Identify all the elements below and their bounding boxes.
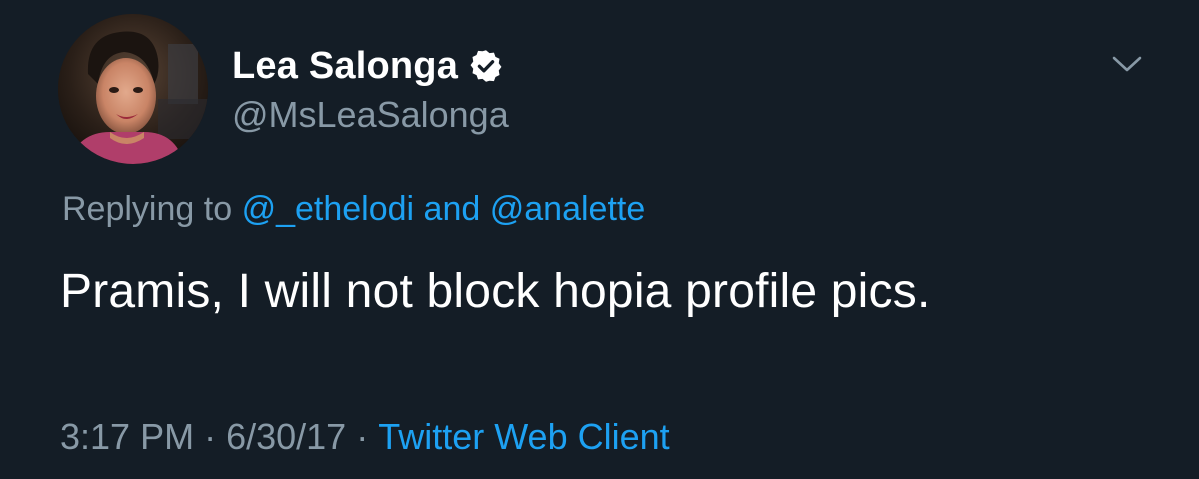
avatar[interactable]	[58, 14, 208, 164]
verified-badge-icon	[468, 48, 504, 84]
tweet-text: Pramis, I will not block hopia profile p…	[60, 265, 931, 318]
meta-separator: ·	[204, 416, 217, 457]
replying-to: Replying to @_ethelodi and @analette	[62, 190, 645, 229]
mention-ethelodi[interactable]: @_ethelodi	[242, 190, 415, 228]
tweet-meta: 3:17 PM · 6/30/17 · Twitter Web Client	[60, 416, 670, 458]
display-name-row[interactable]: Lea Salonga	[232, 40, 504, 92]
mention-analette[interactable]: @analette	[490, 190, 646, 228]
tweet-card: Lea Salonga @MsLeaSalonga Replying to @_…	[0, 0, 1199, 479]
profile-photo	[58, 14, 208, 164]
replying-conjunction[interactable]: and	[424, 190, 481, 228]
tweet-client-link[interactable]: Twitter Web Client	[378, 416, 669, 457]
chevron-down-icon[interactable]	[1110, 52, 1144, 76]
tweet-date[interactable]: 6/30/17	[226, 416, 346, 457]
user-handle[interactable]: @MsLeaSalonga	[232, 94, 509, 136]
display-name[interactable]: Lea Salonga	[232, 45, 458, 88]
meta-separator: ·	[356, 416, 369, 457]
tweet-time[interactable]: 3:17 PM	[60, 416, 194, 457]
replying-prefix: Replying to	[62, 190, 233, 228]
